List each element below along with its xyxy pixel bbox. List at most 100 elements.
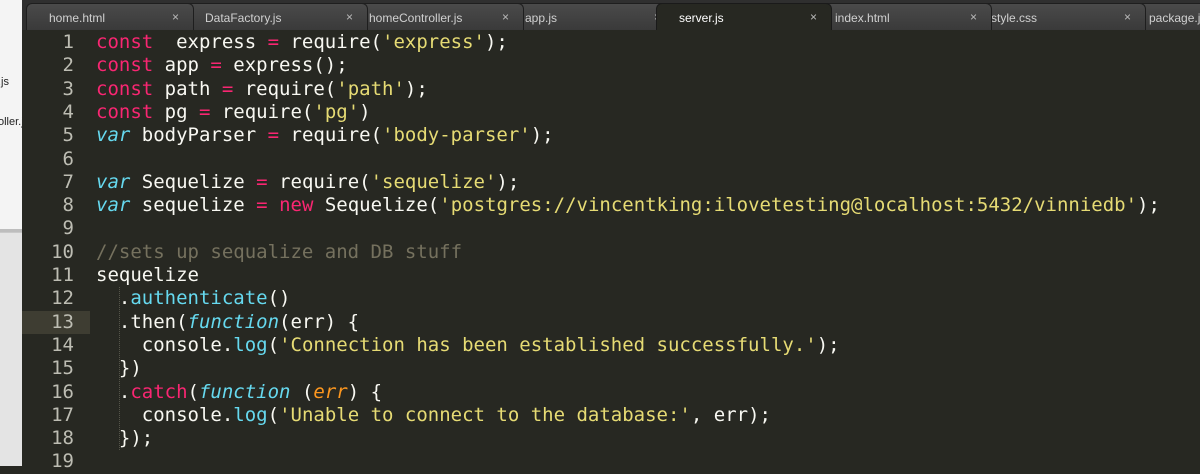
code-token: ); bbox=[530, 124, 554, 147]
code-line[interactable]: 16 .catch(function (err) { bbox=[22, 381, 1200, 404]
tab-label: homeController.js bbox=[369, 11, 463, 25]
code-line[interactable]: 9 bbox=[22, 217, 1200, 240]
code-token: 'express' bbox=[382, 31, 485, 53]
code-token: log bbox=[233, 403, 268, 426]
code-token: ); bbox=[404, 77, 428, 100]
code-text: var bodyParser = require('body-parser'); bbox=[96, 124, 554, 147]
tab-index-html[interactable]: index.html × bbox=[812, 3, 992, 30]
sidebar-item-controller[interactable]: oller.js bbox=[0, 116, 22, 128]
code-token: ( bbox=[267, 333, 280, 356]
code-token: const bbox=[96, 31, 154, 53]
sidebar-item-js[interactable]: .js bbox=[0, 76, 9, 88]
code-token: 'sequelize' bbox=[370, 170, 497, 193]
close-icon[interactable]: × bbox=[1124, 10, 1131, 24]
code-text: sequelize bbox=[96, 264, 199, 287]
code-text: const pg = require('pg') bbox=[96, 101, 371, 124]
code-token: sequelize bbox=[130, 194, 257, 217]
line-number: 14 bbox=[51, 333, 74, 356]
code-text: .authenticate() bbox=[96, 287, 291, 310]
code-token: ); bbox=[1137, 194, 1160, 217]
code-line[interactable]: 11 sequelize bbox=[22, 264, 1200, 287]
code-text: const app = express(); bbox=[96, 54, 348, 77]
code-text: console.log('Unable to connect to the da… bbox=[96, 404, 771, 427]
code-line[interactable]: 2 const app = express(); bbox=[22, 54, 1200, 77]
code-token: require( bbox=[279, 124, 383, 147]
code-editor[interactable]: 1 const express = require('express'); 2 con… bbox=[22, 30, 1200, 472]
close-icon[interactable]: × bbox=[172, 10, 179, 24]
code-line[interactable]: 14 console.log('Connection has been esta… bbox=[22, 334, 1200, 357]
tab-style-css[interactable]: style.css × bbox=[968, 3, 1146, 30]
code-line[interactable]: 19 bbox=[22, 450, 1200, 473]
indent-guide bbox=[119, 287, 120, 451]
code-token: var bbox=[96, 170, 131, 193]
code-token: pg bbox=[153, 100, 199, 123]
code-token: catch bbox=[130, 380, 188, 403]
code-line[interactable]: 4 const pg = require('pg') bbox=[22, 101, 1200, 124]
code-token: var bbox=[96, 194, 131, 217]
code-line[interactable]: 1 const express = require('express'); bbox=[22, 31, 1200, 54]
tab-home-html[interactable]: home.html × bbox=[26, 3, 194, 30]
code-token: app bbox=[153, 54, 211, 77]
tab-datafactory-js[interactable]: DataFactory.js × bbox=[182, 3, 368, 30]
code-line[interactable]: 13 .then(function(err) { bbox=[22, 310, 1200, 334]
line-number: 18 bbox=[51, 427, 74, 450]
code-token: log bbox=[233, 333, 268, 356]
tab-app-js[interactable]: app.js × bbox=[502, 3, 676, 30]
code-token: ( bbox=[290, 380, 314, 403]
close-icon[interactable]: × bbox=[810, 10, 817, 24]
close-icon[interactable]: × bbox=[970, 10, 977, 24]
tab-label: home.html bbox=[49, 11, 106, 25]
code-text: }); bbox=[96, 427, 153, 450]
code-line[interactable]: 7 var Sequelize = require('sequelize'); bbox=[22, 171, 1200, 194]
line-number: 11 bbox=[51, 264, 74, 286]
code-token: bodyParser bbox=[130, 124, 268, 147]
code-token: = bbox=[256, 170, 268, 193]
code-line[interactable]: 12 .authenticate() bbox=[22, 287, 1200, 310]
line-number: 10 bbox=[51, 240, 74, 263]
code-text: //sets up sequalize and DB stuff bbox=[96, 241, 462, 264]
code-token: //sets up sequalize and DB stuff bbox=[96, 240, 463, 263]
code-token: console. bbox=[96, 403, 234, 426]
code-text: var sequelize = new Sequelize('postgres:… bbox=[96, 194, 1160, 217]
code-token: ) bbox=[359, 100, 371, 123]
code-token: 'Unable to connect to the database:' bbox=[279, 403, 691, 426]
code-token: }); bbox=[96, 427, 154, 450]
code-text: .catch(function (err) { bbox=[96, 381, 382, 404]
code-token: (err) { bbox=[279, 310, 360, 333]
code-token: ( bbox=[267, 403, 280, 426]
tab-label: app.js bbox=[525, 11, 558, 25]
tab-server-js[interactable]: server.js × bbox=[656, 3, 832, 30]
sidebar: .js oller.js bbox=[0, 0, 22, 466]
tab-label: DataFactory.js bbox=[205, 11, 282, 25]
tab-homecontroller-js[interactable]: homeController.js × bbox=[346, 3, 524, 30]
line-number: 12 bbox=[51, 287, 74, 310]
code-text: console.log('Connection has been establi… bbox=[96, 334, 840, 357]
code-token: 'Connection has been established success… bbox=[279, 333, 817, 356]
code-token: 'postgres://vincentking:ilovetesting@loc… bbox=[439, 194, 1138, 217]
code-line[interactable]: 17 console.log('Unable to connect to the… bbox=[22, 404, 1200, 427]
code-token: . bbox=[96, 287, 131, 310]
close-icon[interactable]: × bbox=[502, 10, 509, 24]
close-icon[interactable]: × bbox=[346, 10, 353, 24]
code-line[interactable]: 18 }); bbox=[22, 427, 1200, 450]
code-token: = bbox=[210, 54, 222, 77]
line-number: 19 bbox=[51, 450, 74, 473]
code-token: 'path' bbox=[336, 77, 405, 100]
sidebar-lower-panel bbox=[0, 232, 22, 466]
tab-label: index.html bbox=[835, 11, 890, 25]
code-token: Sequelize( bbox=[313, 194, 440, 217]
code-token: const bbox=[96, 54, 154, 77]
code-token: , err); bbox=[690, 403, 771, 426]
code-token: = bbox=[267, 124, 280, 147]
code-token: require( bbox=[267, 170, 371, 193]
code-line[interactable]: 5 var bodyParser = require('body-parser')… bbox=[22, 124, 1200, 147]
code-line[interactable]: 3 const path = require('path'); bbox=[22, 78, 1200, 101]
code-token: function bbox=[187, 310, 280, 333]
line-number: 3 bbox=[62, 77, 74, 100]
code-line[interactable]: 8 var sequelize = new Sequelize('postgres… bbox=[22, 194, 1200, 217]
code-line[interactable]: 6 bbox=[22, 148, 1200, 171]
code-token: ); bbox=[816, 333, 840, 356]
code-line[interactable]: 10 //sets up sequalize and DB stuff bbox=[22, 241, 1200, 264]
code-line[interactable]: 15 }) bbox=[22, 357, 1200, 380]
code-token: console. bbox=[96, 333, 234, 356]
